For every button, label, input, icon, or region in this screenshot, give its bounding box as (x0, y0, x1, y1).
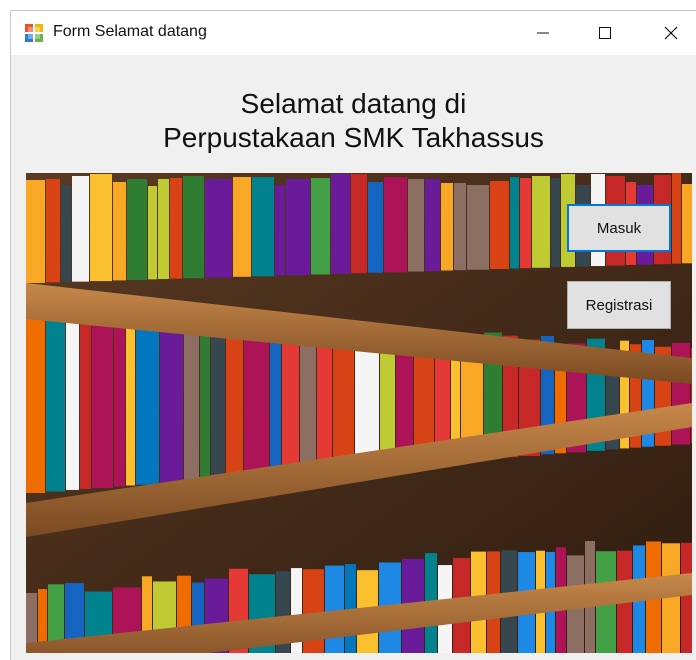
masuk-button[interactable]: Masuk (567, 204, 671, 252)
book-spine (211, 314, 225, 480)
book-spine (92, 307, 113, 489)
book-spine (532, 176, 550, 268)
book-spine (325, 565, 344, 653)
book-spine (160, 319, 183, 483)
book-spine (425, 179, 440, 272)
book-spine (46, 179, 60, 283)
book-spine (113, 182, 126, 281)
maximize-icon (599, 27, 611, 39)
book-spine (114, 314, 125, 487)
book-spine (490, 181, 509, 270)
book-spine (72, 176, 89, 282)
book-spine (682, 184, 692, 264)
book-spine (158, 179, 169, 280)
book-spine (226, 320, 243, 478)
book-spine (351, 174, 367, 274)
minimize-button[interactable] (515, 11, 571, 55)
book-spine (136, 313, 159, 485)
book-spine (368, 182, 383, 273)
book-spine (331, 174, 350, 274)
registrasi-button[interactable]: Registrasi (567, 281, 671, 329)
book-spine (282, 330, 299, 474)
book-spine (300, 332, 316, 473)
heading-line-2: Perpustakaan SMK Takhassus (163, 122, 544, 153)
book-spine (520, 178, 531, 269)
book-spine (126, 319, 135, 486)
book-spine (183, 176, 204, 279)
book-spine (672, 173, 681, 264)
book-spine (148, 186, 157, 280)
app-icon (25, 24, 43, 42)
book-spine (681, 542, 692, 653)
book-spine (90, 174, 112, 282)
book-spine (275, 185, 285, 276)
welcome-heading: Selamat datang di Perpustakaan SMK Takha… (11, 87, 696, 155)
book-spine (46, 304, 65, 492)
book-spine (205, 179, 232, 278)
book-spine (270, 329, 281, 475)
minimize-icon (537, 32, 549, 34)
heading-line-1: Selamat datang di (240, 88, 467, 119)
book-spine (61, 185, 71, 282)
window-title: Form Selamat datang (53, 23, 207, 40)
book-spine (26, 303, 45, 493)
title-bar[interactable]: Form Selamat datang (11, 11, 696, 55)
book-spine (26, 180, 45, 283)
book-spine (551, 178, 560, 268)
book-spine (384, 177, 407, 273)
book-spine (233, 177, 251, 277)
book-spine (127, 179, 147, 280)
book-spine (408, 179, 424, 272)
book-spine (184, 313, 199, 482)
book-spine (244, 323, 269, 477)
book-spine (333, 333, 354, 470)
form-window: Form Selamat datang Selamat datang di Pe… (10, 10, 696, 660)
book-spine (454, 183, 466, 271)
book-spine (252, 177, 274, 277)
close-icon (664, 26, 678, 40)
book-spine (200, 313, 210, 480)
book-spine (467, 185, 489, 270)
book-spine (311, 178, 330, 275)
book-spine (66, 309, 79, 490)
book-spine (510, 177, 519, 269)
maximize-button[interactable] (577, 11, 633, 55)
book-spine (441, 183, 453, 271)
book-spine (170, 178, 182, 279)
book-spine (286, 179, 310, 276)
close-button[interactable] (643, 11, 696, 55)
book-spine (80, 308, 91, 489)
